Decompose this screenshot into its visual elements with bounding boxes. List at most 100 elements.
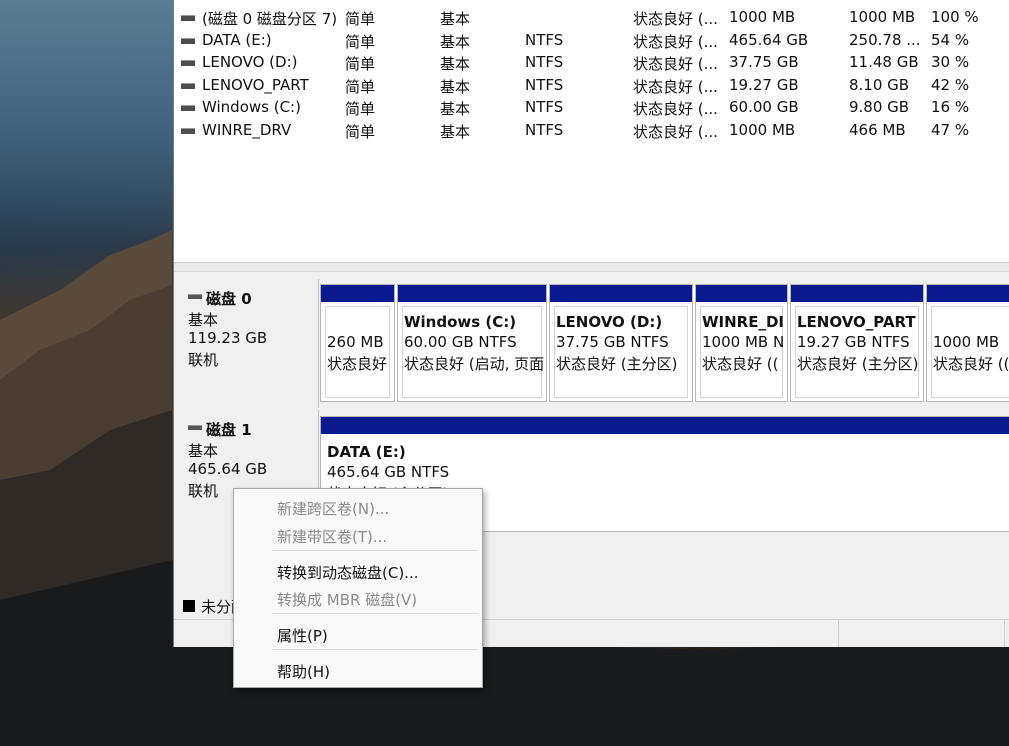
volume-cell-pct: 16 %	[931, 98, 970, 116]
partition-title: Windows (C:)	[404, 313, 517, 331]
partition-status: 状态良好 ((	[702, 355, 779, 373]
volume-cell-capacity: 60.00 GB	[729, 98, 799, 116]
partition-bar	[321, 285, 394, 302]
partition-frame	[325, 306, 390, 398]
disk1-state: 联机	[188, 482, 219, 500]
volume-cell-free: 11.48 GB	[849, 53, 919, 71]
partition-bar	[696, 285, 787, 302]
disk0-name-text: 磁盘 0	[206, 290, 252, 308]
volume-cell-pct: 30 %	[931, 53, 970, 71]
volume-row[interactable]: DATA (E:) 简单 基本 NTFS 状态良好 (... 465.64 GB 250.7…	[174, 29, 1009, 51]
volume-cell-capacity: 465.64 GB	[729, 30, 809, 49]
volume-cell-pct: 47 %	[931, 120, 970, 139]
partition-frame	[931, 306, 1009, 398]
volume-cell-name: WINRE_DRV	[202, 120, 292, 139]
disk1-size: 465.64 GB	[188, 460, 268, 478]
volume-row[interactable]: Windows (C:) 简单 基本 NTFS 状态良好 (... 60.00 GB 9.8…	[174, 96, 1009, 118]
volume-cell-type: 基本	[440, 55, 471, 73]
partition-bar	[321, 417, 1009, 434]
volume-cell-layout: 简单	[345, 100, 376, 118]
volume-cell-fs: NTFS	[525, 120, 564, 139]
disk0-label[interactable]: 磁盘 0 基本 119.23 GB 联机	[177, 279, 319, 408]
volume-cell-status: 状态良好 (...	[633, 100, 718, 118]
partition-bar	[927, 285, 1009, 302]
volume-icon	[181, 82, 195, 89]
partition-status: 状态良好 (主分区)	[797, 355, 919, 373]
menu-separator	[272, 613, 478, 614]
volume-row[interactable]: LENOVO (D:) 简单 基本 NTFS 状态良好 (... 37.75 GB 11.4…	[174, 51, 1009, 73]
volume-cell-free: 466 MB	[849, 120, 906, 139]
volume-cell-layout: 简单	[345, 122, 376, 141]
volume-cell-type: 基本	[440, 32, 471, 51]
context-menu-item[interactable]: 新建跨区卷(N)...	[277, 498, 389, 519]
partition-title: WINRE_DI	[702, 313, 785, 331]
context-menu-item[interactable]: 转换到动态磁盘(C)...	[277, 562, 418, 583]
partition-bar	[550, 285, 692, 302]
volume-cell-capacity: 1000 MB	[729, 120, 796, 139]
status-cell	[838, 620, 839, 647]
disk0-state: 联机	[188, 351, 219, 369]
volume-cell-status: 状态良好 (...	[633, 77, 718, 96]
volume-cell-fs: NTFS	[525, 98, 564, 116]
volume-cell-type: 基本	[440, 77, 471, 96]
legend-swatch	[183, 599, 195, 612]
partition-size: 37.75 GB NTFS	[556, 333, 669, 351]
disk0-partition[interactable]: 1000 MB 状态良好 ((	[926, 284, 1009, 402]
volume-icon	[181, 15, 195, 21]
volume-row[interactable]: (磁盘 0 磁盘分区 7) 简单 基本 状态良好 (... 1000 MB 1000 MB…	[174, 6, 1009, 28]
volume-cell-fs: NTFS	[525, 30, 564, 49]
volume-cell-status: 状态良好 (...	[633, 55, 718, 73]
volume-cell-free: 250.78 ...	[849, 30, 921, 49]
disk0-partition[interactable]: LENOVO_PART 19.27 GB NTFS 状态良好 (主分区)	[790, 284, 924, 402]
volume-cell-status: 状态良好 (...	[633, 10, 718, 28]
disk0-partition[interactable]: Windows (C:) 60.00 GB NTFS 状态良好 (启动, 页面	[397, 284, 547, 402]
pane-splitter[interactable]	[174, 263, 1009, 272]
volume-icon	[181, 60, 195, 66]
context-menu-item[interactable]: 属性(P)	[277, 625, 328, 646]
volume-cell-layout: 简单	[345, 32, 376, 51]
partition-status: 状态良好 ((	[933, 355, 1009, 373]
partition-bar	[791, 285, 923, 302]
menu-separator	[272, 649, 478, 650]
partition-status: 状态良好 (主分区)	[556, 355, 678, 373]
volume-icon	[181, 127, 195, 134]
volume-cell-free: 8.10 GB	[849, 75, 910, 94]
volume-cell-name: (磁盘 0 磁盘分区 7)	[202, 10, 338, 28]
volume-cell-name: DATA (E:)	[202, 30, 272, 49]
volume-cell-layout: 简单	[345, 55, 376, 73]
disk-icon	[188, 425, 202, 430]
disk-icon	[188, 294, 202, 299]
disk0-partition[interactable]: LENOVO (D:) 37.75 GB NTFS 状态良好 (主分区)	[549, 284, 693, 402]
volume-row[interactable]: LENOVO_PART 简单 基本 NTFS 状态良好 (... 19.27 GB 8.10…	[174, 74, 1009, 96]
context-menu-item[interactable]: 帮助(H)	[277, 661, 330, 682]
volume-cell-free: 1000 MB	[849, 8, 916, 26]
volume-cell-type: 基本	[440, 122, 471, 141]
partition-size: 19.27 GB NTFS	[797, 333, 910, 351]
volume-list: (磁盘 0 磁盘分区 7) 简单 基本 状态良好 (... 1000 MB 1000 MB…	[174, 0, 1009, 263]
volume-cell-fs: NTFS	[525, 75, 564, 94]
context-menu-item[interactable]: 新建带区卷(T)...	[277, 526, 387, 547]
volume-cell-name: Windows (C:)	[202, 98, 301, 116]
disk0-partition[interactable]: WINRE_DI 1000 MB N 状态良好 ((	[695, 284, 788, 402]
volume-cell-pct: 100 %	[931, 8, 979, 26]
partition-title: DATA (E:)	[327, 443, 406, 461]
volume-row-hidden[interactable]	[174, 0, 1009, 5]
disk1-type: 基本	[188, 442, 219, 460]
menu-separator	[272, 550, 478, 551]
volume-row[interactable]: WINRE_DRV 简单 基本 NTFS 状态良好 (... 1000 MB 466 MB 4…	[174, 119, 1009, 141]
partition-bar	[398, 285, 546, 302]
volume-cell-name: LENOVO_PART	[202, 75, 309, 94]
disk0-type: 基本	[188, 311, 219, 329]
volume-cell-capacity: 37.75 GB	[729, 53, 799, 71]
volume-cell-status: 状态良好 (...	[633, 122, 718, 141]
volume-cell-type: 基本	[440, 100, 471, 118]
context-menu-item[interactable]: 转换成 MBR 磁盘(V)	[277, 589, 417, 610]
disk0-partitions: 260 MB 状态良好 Windows (C:) 60.00 GB NTFS 状态良好 …	[320, 284, 1009, 402]
volume-cell-fs: NTFS	[525, 53, 564, 71]
partition-size: 260 MB	[327, 333, 384, 351]
volume-cell-layout: 简单	[345, 77, 376, 96]
partition-status: 状态良好	[327, 355, 388, 373]
disk0-name: 磁盘 0	[188, 288, 252, 309]
disk0-partition[interactable]: 260 MB 状态良好	[320, 284, 395, 402]
partition-title: LENOVO (D:)	[556, 313, 663, 331]
